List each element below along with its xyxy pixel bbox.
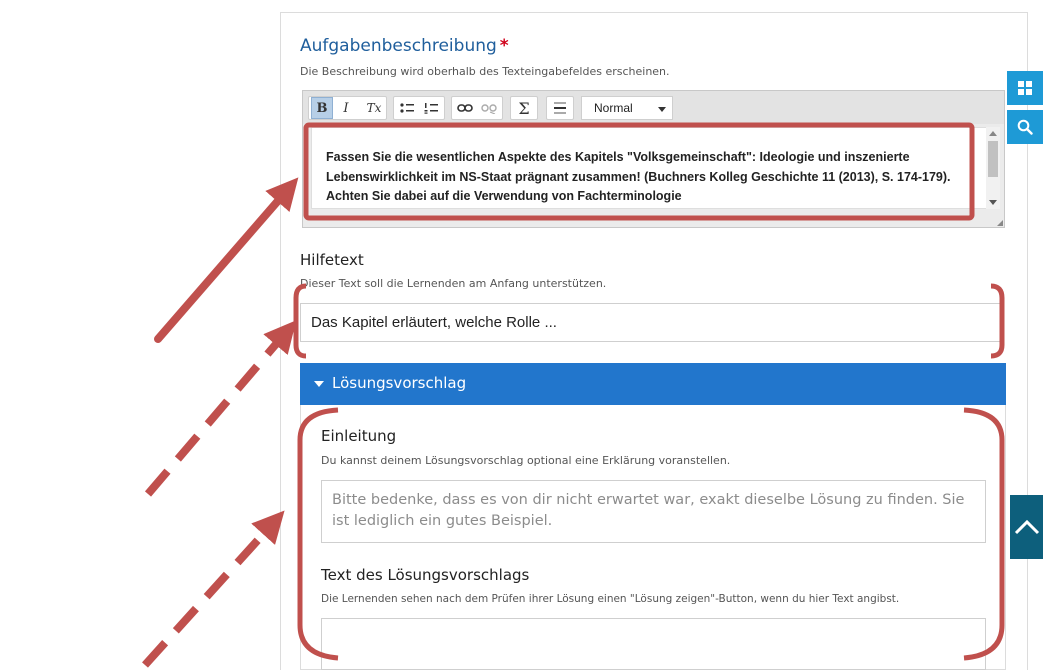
clear-format-button[interactable]: Tx xyxy=(363,97,385,119)
numbered-list-button[interactable] xyxy=(420,97,442,119)
italic-label: I xyxy=(343,100,349,116)
horizontal-rule-icon xyxy=(554,102,566,114)
resize-handle-icon[interactable] xyxy=(997,220,1003,226)
intro-placeholder-line-1: Bitte bedenke, dass es von dir nicht erw… xyxy=(332,492,965,508)
scroll-to-top-button[interactable] xyxy=(1010,495,1043,559)
task-description-title-text: Aufgabenbeschreibung xyxy=(300,36,497,56)
intro-description: Du kannst deinem Lösungsvorschlag option… xyxy=(321,454,731,467)
solution-accordion-header[interactable]: Lösungsvorschlag xyxy=(300,363,1006,405)
bold-label: B xyxy=(316,100,328,116)
solution-text-description: Die Lernenden sehen nach dem Prüfen ihre… xyxy=(321,593,900,605)
triangle-down-icon xyxy=(314,381,324,387)
bulleted-list-button[interactable] xyxy=(396,97,418,119)
format-select[interactable]: Normal xyxy=(581,96,673,120)
scroll-down-arrow-icon[interactable] xyxy=(989,200,997,205)
help-text-description: Dieser Text soll die Lernenden am Anfang… xyxy=(300,277,607,290)
solid-arrow xyxy=(154,177,299,343)
side-grid-button[interactable] xyxy=(1007,71,1043,105)
sum-label: Σ xyxy=(518,98,530,118)
solution-text-textarea[interactable] xyxy=(321,618,986,670)
side-search-button[interactable] xyxy=(1007,110,1043,144)
unlink-icon xyxy=(481,104,497,114)
search-icon xyxy=(1017,119,1033,135)
chevron-down-icon xyxy=(658,107,666,112)
format-select-value: Normal xyxy=(594,101,633,115)
editor-scrollbar[interactable] xyxy=(986,127,1000,209)
italic-button[interactable]: I xyxy=(335,97,357,119)
required-marker: * xyxy=(499,36,509,56)
scroll-up-arrow-icon[interactable] xyxy=(989,131,997,136)
task-text-line-3: Achten Sie dabei auf die Verwendung von … xyxy=(326,189,682,203)
clear-format-label: Tx xyxy=(366,101,382,115)
help-text-title: Hilfetext xyxy=(300,251,364,269)
format-button-group: B I Tx xyxy=(308,96,387,120)
solution-text-title: Text des Lösungsvorschlags xyxy=(321,566,530,584)
task-description-title: Aufgabenbeschreibung * xyxy=(300,36,509,56)
chevron-up-icon xyxy=(1014,519,1039,535)
dashed-arrow-help-text xyxy=(144,320,297,497)
rule-button-group xyxy=(546,96,574,120)
task-description-text: Fassen Sie die wesentlichen Aspekte des … xyxy=(326,148,976,207)
unlink-button[interactable] xyxy=(478,97,500,119)
help-text-value: Das Kapitel erläutert, welche Rolle ... xyxy=(311,314,557,331)
editor-toolbar: B I Tx Σ Normal xyxy=(303,91,1004,124)
solution-header-label: Lösungsvorschlag xyxy=(332,374,467,392)
link-button-group xyxy=(451,96,503,120)
bulleted-list-icon xyxy=(400,103,414,113)
grid-icon xyxy=(1018,81,1032,95)
task-description-help: Die Beschreibung wird oberhalb des Texte… xyxy=(300,65,670,78)
dashed-arrow-solution xyxy=(142,510,285,668)
task-text-line-1: Fassen Sie die wesentlichen Aspekte des … xyxy=(326,150,910,164)
numbered-list-icon xyxy=(424,103,438,114)
intro-textarea[interactable]: Bitte bedenke, dass es von dir nicht erw… xyxy=(321,480,986,543)
scrollbar-thumb[interactable] xyxy=(988,141,998,177)
bold-button[interactable]: B xyxy=(311,97,333,119)
intro-title: Einleitung xyxy=(321,427,397,445)
list-button-group xyxy=(393,96,445,120)
sum-button[interactable]: Σ xyxy=(513,97,535,119)
intro-placeholder-line-2: ist lediglich ein gutes Beispiel. xyxy=(332,513,553,529)
task-description-textarea[interactable]: Fassen Sie die wesentlichen Aspekte des … xyxy=(311,127,987,209)
task-description-editor: B I Tx Σ Normal Fassen Sie die wesentlic… xyxy=(302,90,1005,228)
help-text-input[interactable]: Das Kapitel erläutert, welche Rolle ... xyxy=(300,303,1004,342)
link-icon xyxy=(457,104,473,112)
horizontal-rule-button[interactable] xyxy=(549,97,571,119)
link-button[interactable] xyxy=(454,97,476,119)
task-text-line-2: Lebenswirklichkeit im NS-Staat prägnant … xyxy=(326,169,951,184)
math-button-group: Σ xyxy=(510,96,538,120)
